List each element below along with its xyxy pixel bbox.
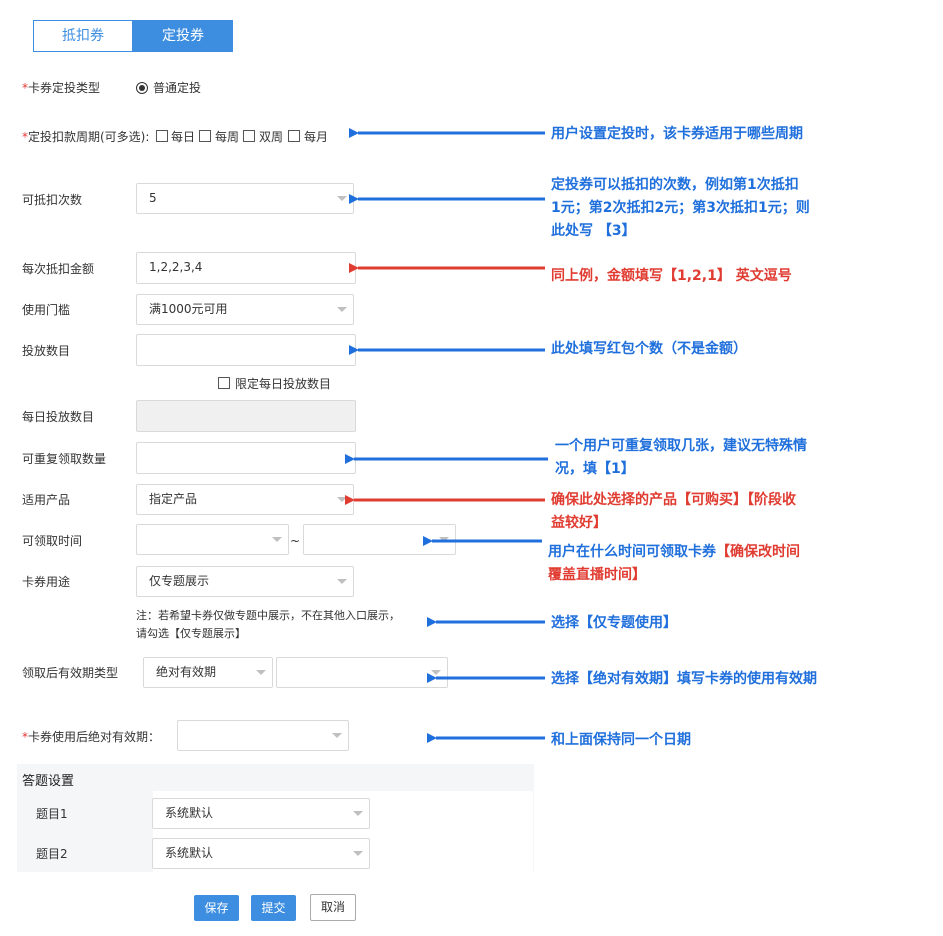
note-time-line-2: 覆盖直播时间】 <box>548 567 646 583</box>
note-times-line-2: 1元；第2次抵扣2元；第3次抵扣1元；则 <box>551 200 810 216</box>
note-time-line-1a: 用户在什么时间可领取卡券 <box>548 544 716 560</box>
note-product-line-1: 确保此处选择的产品【可购买】【阶段收 <box>551 492 796 508</box>
note-product-line-2: 益较好】 <box>551 515 607 531</box>
note-usage: 选择【仅专题使用】 <box>551 615 677 631</box>
note-times-line-1: 定投券可以抵扣的次数，例如第1次抵扣 <box>551 177 799 193</box>
note-same-date: 和上面保持同一个日期 <box>551 732 691 748</box>
note-issue: 此处填写红包个数（不是金额） <box>551 341 747 357</box>
note-time-line-1: 用户在什么时间可领取卡券【确保改时间 <box>548 541 800 564</box>
note-validity: 选择【绝对有效期】填写卡券的使用有效期 <box>551 671 817 687</box>
note-time-line-1b: 【确保改时间 <box>716 544 800 560</box>
note-repeat-line-1: 一个用户可重复领取几张，建议无特殊情 <box>555 438 807 454</box>
note-repeat-line-2: 况，填【1】 <box>555 461 635 477</box>
note-period: 用户设置定投时，该卡券适用于哪些周期 <box>551 126 803 142</box>
note-times-line-3: 此处写 【3】 <box>551 223 636 239</box>
note-amount: 同上例，金额填写【1,2,1】 英文逗号 <box>551 268 792 284</box>
